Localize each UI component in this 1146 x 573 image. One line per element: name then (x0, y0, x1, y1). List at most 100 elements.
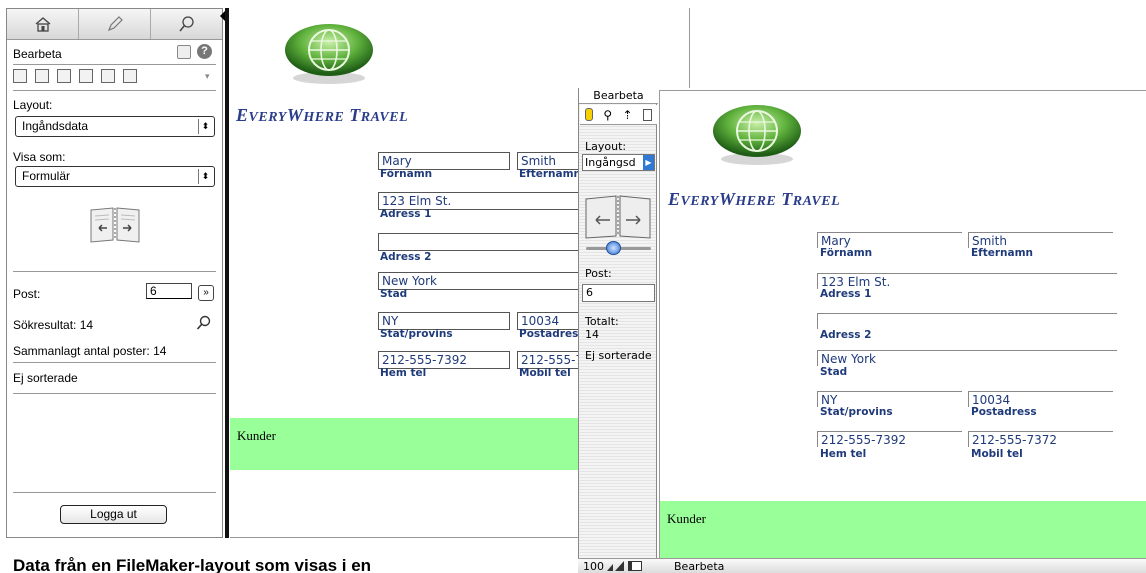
mode-tools: ⚲ ⇡ (580, 105, 657, 125)
mode-title: Bearbeta (13, 47, 62, 61)
show-all-icon[interactable] (123, 69, 137, 83)
refresh-icon[interactable] (177, 45, 191, 59)
address2-field[interactable] (378, 233, 593, 251)
last-name-field[interactable]: Smith (968, 232, 1113, 248)
updown-arrows-icon: ⬍ (198, 169, 212, 184)
record-number-value: 6 (586, 286, 593, 299)
address2-label: Adress 2 (380, 251, 432, 263)
zip-field[interactable]: 10034 (968, 391, 1113, 407)
first-name-label: Förnamn (380, 168, 433, 180)
record-toolbar: ▾ (13, 69, 228, 86)
slider-thumb[interactable] (606, 241, 621, 255)
address1-label: Adress 1 (820, 288, 872, 300)
record-label: Post: (13, 287, 41, 301)
total-records: Sammanlagt antal poster: 14 (13, 344, 167, 358)
home-icon (35, 17, 50, 32)
delete-record-icon[interactable] (79, 69, 93, 83)
address2-field[interactable] (817, 313, 1117, 329)
mode-tabs (7, 9, 222, 40)
screenshot-composite: Bearbeta ? ▾ Layout: Ingåndsdata ⬍ Visa … (0, 0, 1146, 573)
toolbar-more-icon[interactable]: ▾ (205, 71, 210, 82)
logout-button[interactable]: Logga ut (60, 505, 167, 524)
status-area: Bearbeta ⚲ ⇡ Layout: Ingångsd ▶ Post: 6 … (578, 88, 658, 558)
book-navigator-icon[interactable] (584, 193, 652, 239)
brand-wordmark: EVERYWHERE TRAVEL (668, 189, 841, 209)
city-field[interactable]: New York (817, 350, 1117, 366)
address2-label: Adress 2 (820, 329, 872, 341)
address1-label: Adress 1 (380, 208, 432, 220)
view-as-select[interactable]: Formulär ⬍ (15, 166, 215, 187)
city-label: Stad (380, 288, 408, 300)
total-label: Totalt: (585, 315, 619, 328)
record-number-input[interactable]: 6 (146, 283, 192, 299)
sort-icon[interactable] (101, 69, 115, 83)
window-bottom-bar: 100 Bearbeta (578, 558, 1146, 573)
footer-text: Kunder (667, 511, 706, 526)
first-name-field[interactable]: Mary (817, 232, 962, 248)
state-label: Stat/provins (380, 328, 453, 340)
bottom-mode: Bearbeta (674, 560, 725, 573)
record-number-input[interactable]: 6 (582, 284, 655, 302)
mobile-phone-label: Mobil tel (519, 367, 571, 379)
layout-label: Layout: (585, 140, 627, 153)
divider (13, 393, 216, 394)
state-label: Stat/provins (820, 406, 893, 418)
layout-popup-value: Ingångsd (585, 156, 636, 169)
state-field[interactable]: NY (817, 391, 962, 407)
divider (13, 90, 216, 91)
page-tool-icon[interactable] (642, 108, 652, 121)
magnifier-icon[interactable] (196, 315, 212, 331)
pin-tool-icon[interactable]: ⇡ (623, 108, 633, 122)
layout-select[interactable]: Ingåndsdata ⬍ (15, 116, 215, 137)
brand-wordmark: EVERYWHERE TRAVEL (236, 105, 409, 125)
address1-field[interactable]: 123 Elm St. (817, 273, 1117, 289)
zip-label: Postadress (519, 328, 585, 340)
city-field[interactable]: New York (378, 272, 593, 290)
first-name-label: Förnamn (820, 247, 873, 259)
new-record-icon[interactable] (13, 69, 27, 83)
pencil-icon (107, 16, 123, 32)
globe-logo (713, 105, 801, 165)
layout-popup[interactable]: Ingångsd ▶ (582, 154, 655, 171)
find-tool-icon[interactable]: ⚲ (603, 108, 612, 122)
footer-band: Kunder (660, 501, 1146, 558)
figure-caption: Data från en FileMaker-layout som visas … (13, 556, 372, 573)
book-navigator-icon[interactable] (87, 204, 143, 244)
total-value: 14 (585, 328, 599, 341)
tab-edit[interactable] (79, 9, 151, 39)
web-status-panel: Bearbeta ? ▾ Layout: Ingåndsdata ⬍ Visa … (6, 8, 223, 538)
divider (13, 362, 216, 363)
help-icon[interactable]: ? (197, 44, 212, 59)
search-icon (178, 16, 194, 32)
last-name-label: Efternamn (971, 247, 1034, 259)
divider (13, 492, 216, 493)
layout-select-value: Ingåndsdata (22, 119, 89, 133)
mode-title-row: Bearbeta ? (13, 44, 213, 61)
duplicate-record-icon[interactable] (57, 69, 71, 83)
status-toggle-icon[interactable] (628, 561, 642, 571)
go-to-record-button[interactable]: » (198, 285, 214, 301)
mobile-phone-label: Mobil tel (971, 448, 1023, 460)
record-number-value: 6 (150, 284, 157, 298)
view-select-value: Formulär (22, 169, 71, 183)
browse-tool-icon[interactable] (585, 108, 594, 121)
sort-status: Ej sorterade (585, 349, 652, 362)
tab-find[interactable] (151, 9, 222, 39)
footer-text: Kunder (237, 428, 276, 443)
tab-browse[interactable] (7, 9, 79, 39)
divider (13, 271, 216, 272)
zoom-out-icon[interactable] (607, 564, 613, 571)
zoom-in-icon[interactable] (615, 561, 624, 571)
edit-record-icon[interactable] (35, 69, 49, 83)
panel-splitter[interactable] (225, 8, 229, 538)
popup-arrow-icon: ▶ (643, 155, 654, 170)
updown-arrows-icon: ⬍ (198, 119, 212, 134)
mode-header: Bearbeta (579, 88, 658, 104)
home-phone-field[interactable]: 212-555-7392 (817, 431, 962, 447)
last-name-label: Efternamn (519, 168, 582, 180)
globe-logo (285, 24, 373, 84)
record-label: Post: (585, 267, 612, 280)
mobile-phone-field[interactable]: 212-555-7372 (968, 431, 1113, 447)
fm-layout-view: EVERYWHERE TRAVEL Mary Förnamn Smith Eft… (659, 90, 1146, 558)
zoom-level: 100 (583, 560, 604, 573)
